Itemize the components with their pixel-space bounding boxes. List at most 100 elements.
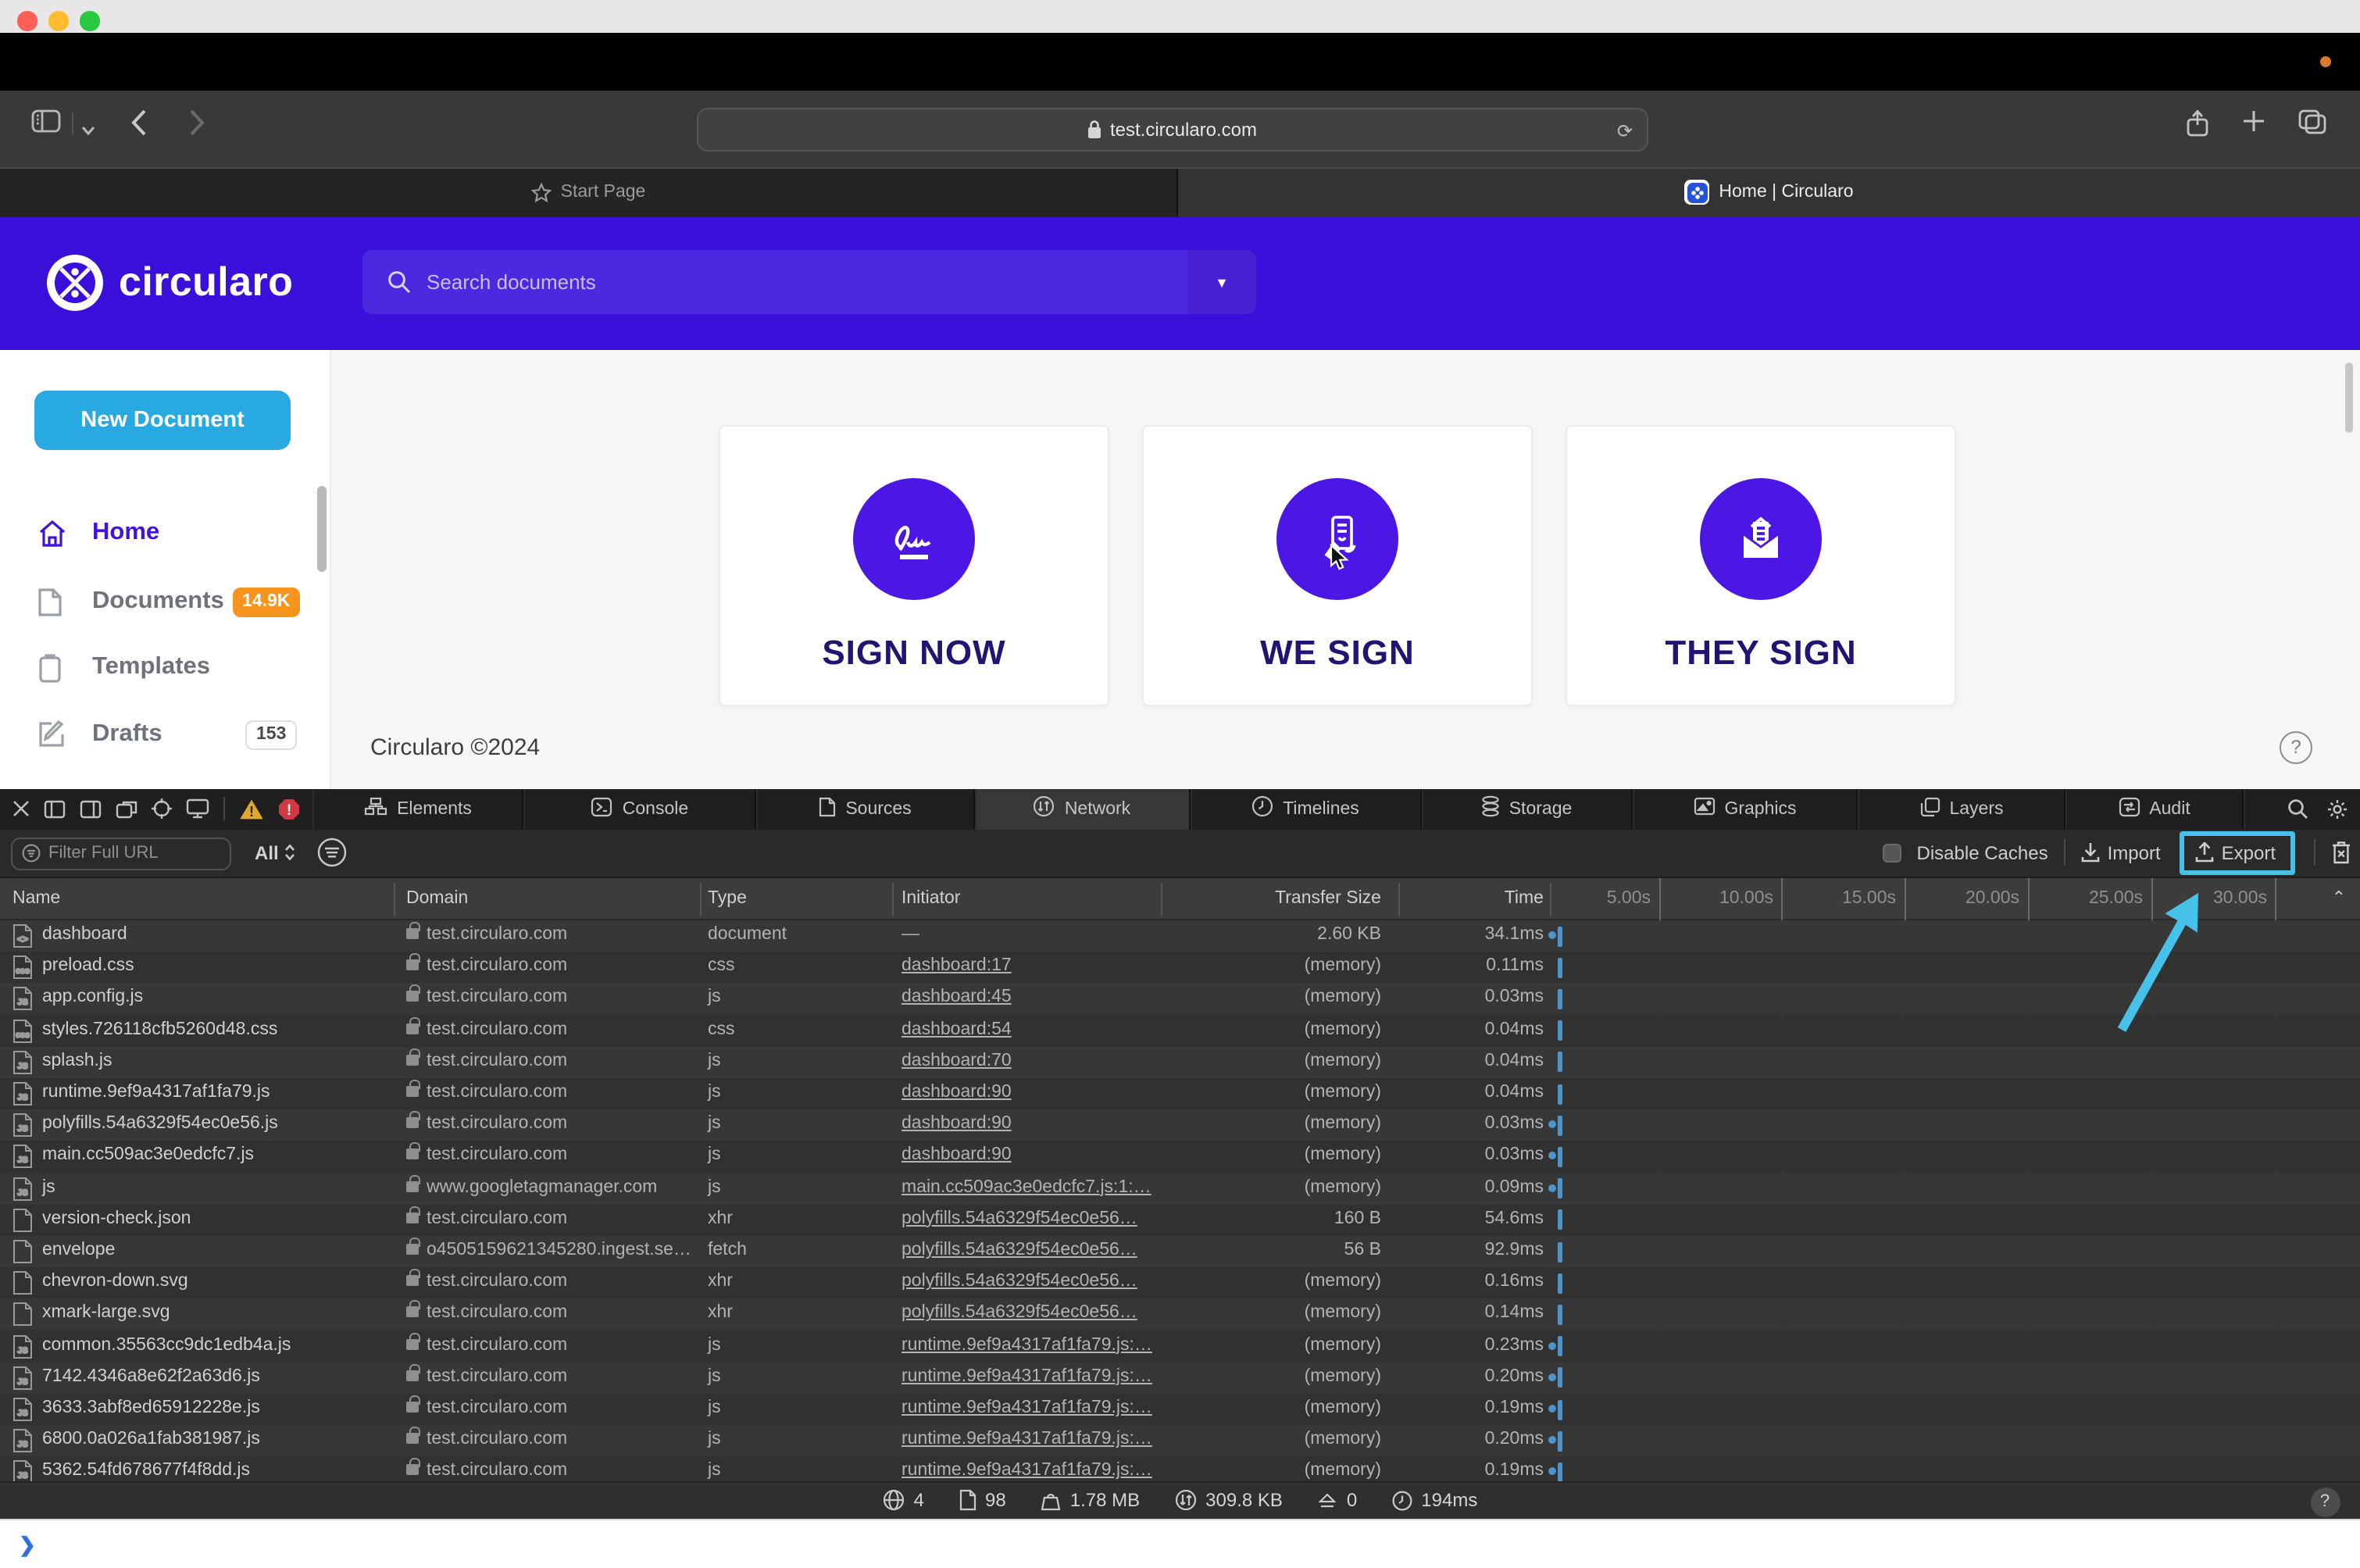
export-button[interactable]: Export — [2195, 842, 2276, 864]
network-request-row[interactable]: JS polyfills.54a6329f54ec0e56.js test.ci… — [0, 1109, 2360, 1141]
inspector-tab-layers[interactable]: Layers — [1858, 789, 2065, 829]
column-transfer-size[interactable]: Transfer Size — [1275, 889, 1381, 908]
network-request-row[interactable]: JS app.config.js test.circularo.com js d… — [0, 983, 2360, 1015]
sidebar-item-documents[interactable]: Documents 14.9K — [0, 581, 330, 622]
network-request-row[interactable]: JS 3633.3abf8ed65912228e.js test.circula… — [0, 1394, 2360, 1425]
tab-home-circularo[interactable]: Home | Circularo — [1178, 168, 2360, 216]
inspector-settings-gear-icon[interactable] — [2326, 798, 2348, 820]
network-request-row[interactable]: JS 7142.4346a8e62f2a63d6.js test.circula… — [0, 1362, 2360, 1394]
quick-console-bar[interactable]: ❯ — [0, 1518, 2360, 1568]
request-initiator-link[interactable]: runtime.9ef9a4317af1fa79.js:… — [902, 1462, 1152, 1480]
inspector-tab-sources[interactable]: Sources — [756, 789, 974, 829]
new-tab-icon[interactable] — [2242, 109, 2265, 140]
request-initiator-link[interactable]: polyfills.54a6329f54ec0e56… — [902, 1241, 1137, 1259]
waterfall-dot — [1548, 1373, 1556, 1381]
column-type[interactable]: Type — [708, 889, 747, 908]
disable-caches-checkbox[interactable] — [1882, 843, 1901, 863]
share-icon[interactable] — [2186, 109, 2209, 145]
inspector-tab-timelines[interactable]: Timelines — [1190, 789, 1421, 829]
request-initiator-link[interactable]: polyfills.54a6329f54ec0e56… — [902, 1304, 1137, 1323]
inspector-tab-storage[interactable]: Storage — [1421, 789, 1632, 829]
sidebar-item-drafts[interactable]: Drafts 153 — [0, 714, 330, 755]
request-initiator-link[interactable]: runtime.9ef9a4317af1fa79.js:… — [902, 1398, 1152, 1417]
card-sign-now[interactable]: SIGN NOW — [719, 425, 1109, 706]
network-request-row[interactable]: JS runtime.9ef9a4317af1fa79.js test.circ… — [0, 1078, 2360, 1109]
inspector-tab-elements[interactable]: Elements — [312, 789, 523, 829]
close-window-button[interactable] — [17, 11, 37, 30]
card-they-sign[interactable]: THEY SIGN — [1566, 425, 1956, 706]
network-request-row[interactable]: JS common.35563cc9dc1edb4a.js test.circu… — [0, 1330, 2360, 1363]
inspector-tab-graphics[interactable]: Graphics — [1632, 789, 1858, 829]
filter-scope-icon[interactable] — [317, 837, 347, 874]
request-initiator-link[interactable]: dashboard:45 — [902, 988, 1012, 1007]
minimize-window-button[interactable] — [48, 11, 68, 30]
request-time: 0.03ms — [1484, 1114, 1544, 1134]
filter-url-input[interactable]: Filter Full URL — [11, 837, 231, 870]
sidebar-toggle-icon[interactable] — [31, 109, 61, 140]
request-initiator-link[interactable]: dashboard:90 — [902, 1114, 1012, 1133]
search-filter-dropdown[interactable]: ▼ — [1187, 250, 1256, 314]
network-request-row[interactable]: envelope o4505159621345280.ingest.se… fe… — [0, 1236, 2360, 1267]
scroll-top-button[interactable]: ⌃ — [2332, 888, 2346, 908]
inspector-tab-console[interactable]: Console — [523, 789, 756, 829]
help-button[interactable]: ? — [2280, 730, 2312, 763]
resource-type-select[interactable]: All — [255, 841, 296, 863]
address-bar[interactable]: test.circularo.com ⟳ — [697, 107, 1648, 151]
column-domain[interactable]: Domain — [406, 889, 468, 908]
inspector-tab-network[interactable]: Network — [974, 789, 1190, 829]
request-initiator-link[interactable]: main.cc509ac3e0edcfc7.js:1:… — [902, 1177, 1151, 1196]
network-request-row[interactable]: <> dashboard test.circularo.com document… — [0, 920, 2360, 952]
request-initiator-link[interactable]: runtime.9ef9a4317af1fa79.js:… — [902, 1367, 1152, 1386]
request-initiator-link[interactable]: dashboard:90 — [902, 1083, 1012, 1102]
forward-button-icon[interactable] — [189, 109, 205, 143]
sidebar-item-home[interactable]: Home — [0, 512, 330, 552]
column-time[interactable]: Time — [1505, 889, 1544, 908]
tab-overview-icon[interactable] — [2298, 109, 2326, 141]
detach-window-icon[interactable] — [116, 800, 137, 819]
network-request-row[interactable]: css preload.css test.circularo.com css d… — [0, 952, 2360, 984]
request-initiator-link[interactable]: runtime.9ef9a4317af1fa79.js:… — [902, 1430, 1152, 1448]
sidebar-chevron-icon[interactable] — [81, 115, 95, 143]
inspector-help-button[interactable]: ? — [2310, 1487, 2340, 1516]
network-request-row[interactable]: version-check.json test.circularo.com xh… — [0, 1204, 2360, 1236]
dock-side-icon[interactable] — [44, 800, 66, 819]
request-initiator-link[interactable]: polyfills.54a6329f54ec0e56… — [902, 1209, 1137, 1228]
network-request-row[interactable]: JS main.cc509ac3e0edcfc7.js test.circula… — [0, 1141, 2360, 1173]
request-initiator-link[interactable]: dashboard:70 — [902, 1052, 1012, 1070]
column-name[interactable]: Name — [12, 889, 60, 908]
request-initiator-link[interactable]: polyfills.54a6329f54ec0e56… — [902, 1272, 1137, 1291]
clear-network-trash-icon[interactable] — [2330, 841, 2351, 865]
network-request-row[interactable]: chevron-down.svg test.circularo.com xhr … — [0, 1267, 2360, 1299]
tab-start-page[interactable]: Start Page — [0, 168, 1178, 216]
request-time: 0.23ms — [1484, 1335, 1544, 1355]
sidebar-item-templates[interactable]: Templates — [0, 646, 330, 687]
circularo-logo[interactable]: circularo — [45, 252, 293, 312]
page-scrollbar[interactable] — [2345, 362, 2353, 432]
request-initiator-link[interactable]: dashboard:90 — [902, 1146, 1012, 1165]
search-documents-input[interactable]: Search documents ▼ — [362, 250, 1256, 314]
network-request-row[interactable]: JS 6800.0a026a1fab381987.js test.circula… — [0, 1425, 2360, 1457]
request-time: 0.16ms — [1484, 1272, 1544, 1291]
network-request-row[interactable]: JS js www.googletagmanager.com js main.c… — [0, 1173, 2360, 1205]
warnings-badge-icon[interactable]: ! — [239, 798, 264, 820]
column-initiator[interactable]: Initiator — [902, 889, 960, 908]
back-button-icon[interactable] — [131, 109, 147, 143]
network-request-row[interactable]: css styles.726118cfb5260d48.css test.cir… — [0, 1015, 2360, 1047]
dock-bottom-icon[interactable] — [80, 800, 102, 819]
sidebar-scrollbar[interactable] — [317, 485, 327, 571]
zoom-window-button[interactable] — [80, 11, 99, 30]
new-document-button[interactable]: New Document — [34, 390, 291, 449]
request-initiator-link[interactable]: dashboard:17 — [902, 956, 1012, 975]
reload-icon[interactable]: ⟳ — [1617, 120, 1633, 141]
request-initiator-link[interactable]: runtime.9ef9a4317af1fa79.js:… — [902, 1335, 1152, 1354]
close-inspector-icon[interactable] — [12, 801, 30, 818]
element-picker-icon[interactable] — [152, 798, 172, 820]
request-initiator-link[interactable]: dashboard:54 — [902, 1020, 1012, 1038]
device-settings-icon[interactable] — [186, 799, 209, 820]
network-request-row[interactable]: JS splash.js test.circularo.com js dashb… — [0, 1046, 2360, 1078]
network-request-row[interactable]: xmark-large.svg test.circularo.com xhr p… — [0, 1298, 2360, 1330]
errors-badge-icon[interactable]: ! — [278, 798, 300, 820]
inspector-search-icon[interactable] — [2287, 799, 2307, 820]
inspector-tab-audit[interactable]: Audit — [2065, 789, 2243, 829]
import-button[interactable]: Import — [2081, 842, 2161, 864]
